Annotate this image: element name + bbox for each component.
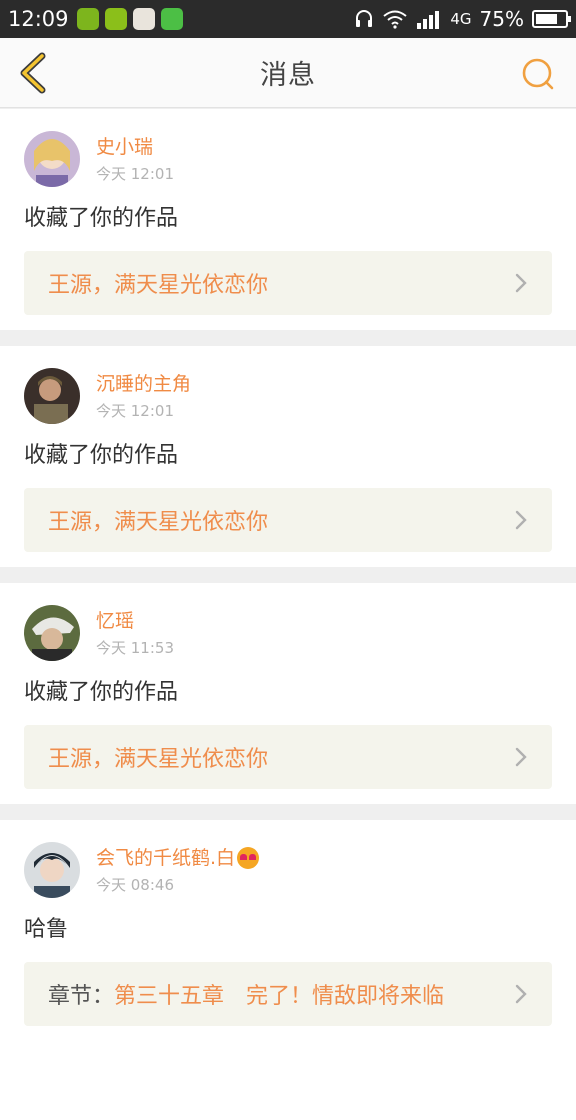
work-link[interactable]: 王源，满天星光依恋你 xyxy=(24,251,552,315)
gift-app-icon xyxy=(132,8,155,30)
status-bar: 12:09 4G 75% xyxy=(0,0,576,38)
message-card: 忆瑶 今天 11:53 收藏了你的作品 王源，满天星光依恋你 xyxy=(0,583,576,804)
avatar[interactable] xyxy=(24,605,80,661)
work-title: 王源，满天星光依恋你 xyxy=(48,510,269,535)
user-name[interactable]: 忆瑶 xyxy=(96,609,174,633)
message-time: 今天 11:53 xyxy=(96,638,174,657)
avatar[interactable] xyxy=(24,131,80,187)
message-card: 会飞的千纸鹤.白 今天 08:46 哈鲁 章节： 第三十五章 完了！情敌即将来临 xyxy=(0,820,576,1120)
battery-level xyxy=(536,14,557,24)
signal-icon xyxy=(417,11,440,29)
message-text: 收藏了你的作品 xyxy=(24,206,179,231)
message-time: 今天 12:01 xyxy=(96,401,174,420)
message-list: 史小瑞 今天 12:01 收藏了你的作品 王源，满天星光依恋你 沉睡的主角 今天… xyxy=(0,109,576,1120)
work-link[interactable]: 王源，满天星光依恋你 xyxy=(24,488,552,552)
chapter-prefix: 章节： xyxy=(48,984,115,1009)
user-name[interactable]: 史小瑞 xyxy=(96,135,174,159)
wechat-icon xyxy=(160,8,183,30)
chevron-right-icon xyxy=(515,984,527,1004)
back-chevron-icon[interactable] xyxy=(14,52,54,94)
battery-icon xyxy=(532,10,571,28)
chapter-title: 第三十五章 完了！情敌即将来临 xyxy=(114,984,445,1009)
message-text: 收藏了你的作品 xyxy=(24,443,179,468)
message-text: 哈鲁 xyxy=(24,917,69,942)
message-card: 史小瑞 今天 12:01 收藏了你的作品 王源，满天星光依恋你 xyxy=(0,109,576,330)
message-card: 沉睡的主角 今天 12:01 收藏了你的作品 王源，满天星光依恋你 xyxy=(0,346,576,567)
work-title: 王源，满天星光依恋你 xyxy=(48,747,269,772)
nav-bar: 消息 xyxy=(0,38,576,108)
search-icon[interactable] xyxy=(520,56,556,92)
network-type: 4G xyxy=(450,10,472,28)
chevron-right-icon xyxy=(515,510,527,530)
avatar[interactable] xyxy=(24,842,80,898)
message-time: 今天 08:46 xyxy=(96,875,174,894)
page-title: 消息 xyxy=(260,60,316,91)
chapter-link[interactable]: 章节： 第三十五章 完了！情敌即将来临 xyxy=(24,962,552,1026)
heart-eyes-emoji-icon xyxy=(237,846,260,869)
chevron-right-icon xyxy=(515,747,527,767)
chevron-right-icon xyxy=(515,273,527,293)
status-time: 12:09 xyxy=(8,7,69,31)
work-link[interactable]: 王源，满天星光依恋你 xyxy=(24,725,552,789)
message-text: 收藏了你的作品 xyxy=(24,680,179,705)
headphones-icon xyxy=(356,10,373,27)
wifi-icon xyxy=(383,10,408,29)
avatar[interactable] xyxy=(24,368,80,424)
plus-app-icon xyxy=(104,8,127,30)
lemon-app-icon xyxy=(76,8,99,30)
user-name[interactable]: 会飞的千纸鹤.白 xyxy=(96,846,260,870)
battery-percent: 75% xyxy=(479,7,524,31)
user-name-text: 会飞的千纸鹤.白 xyxy=(96,846,236,869)
user-name[interactable]: 沉睡的主角 xyxy=(96,372,191,396)
status-indicators: 4G 75% xyxy=(354,7,571,31)
message-time: 今天 12:01 xyxy=(96,164,174,183)
work-title: 王源，满天星光依恋你 xyxy=(48,273,269,298)
